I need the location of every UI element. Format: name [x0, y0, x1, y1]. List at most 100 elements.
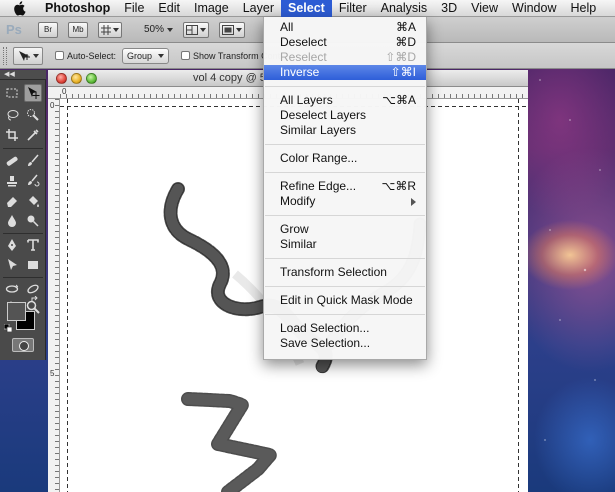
type-tool[interactable] — [24, 236, 42, 254]
path-selection-tool[interactable] — [3, 256, 21, 274]
swap-colors-icon[interactable] — [31, 296, 39, 304]
zoom-window-button[interactable] — [86, 73, 97, 84]
auto-select-option[interactable]: Auto-Select: — [55, 51, 116, 61]
3d-rotate-tool[interactable] — [3, 280, 21, 298]
3d-rotate-icon — [5, 284, 19, 293]
menubar: Photoshop File Edit Image Layer Select F… — [0, 0, 615, 17]
chevron-down-icon — [236, 27, 243, 32]
menu-app-photoshop[interactable]: Photoshop — [38, 0, 117, 17]
menu-item-quick-mask[interactable]: Edit in Quick Mask Mode — [264, 293, 426, 308]
menu-item-similar-layers[interactable]: Similar Layers — [264, 123, 426, 138]
eraser-tool[interactable] — [3, 192, 21, 210]
menu-item-all[interactable]: All ⌘A — [264, 20, 426, 35]
ruler-label: 5 — [50, 369, 55, 378]
menu-item-label: Refine Edge... — [280, 179, 357, 193]
menu-edit[interactable]: Edit — [151, 0, 187, 17]
menu-item-shortcut: ⇧⌘I — [390, 65, 416, 79]
options-bar-grip[interactable] — [3, 46, 7, 65]
rectangle-icon — [28, 261, 38, 269]
menu-item-color-range[interactable]: Color Range... — [264, 151, 426, 166]
menu-item-all-layers[interactable]: All Layers ⌥⌘A — [264, 93, 426, 108]
bridge-button[interactable]: Br — [38, 21, 58, 38]
menu-3d[interactable]: 3D — [434, 0, 464, 17]
menu-analysis[interactable]: Analysis — [374, 0, 435, 17]
eraser-icon — [7, 197, 17, 207]
brush-tool[interactable] — [24, 152, 42, 170]
history-brush-tool[interactable] — [24, 172, 42, 190]
apple-icon[interactable] — [12, 0, 26, 16]
foreground-color-swatch[interactable] — [7, 302, 26, 321]
screen-mode-button[interactable] — [219, 21, 246, 38]
photoshop-logo: Ps — [6, 21, 22, 37]
select-menu-dropdown: All ⌘A Deselect ⌘D Reselect ⇧⌘D Inverse … — [263, 17, 427, 360]
pen-tool[interactable] — [3, 236, 21, 254]
default-colors-icon[interactable] — [4, 324, 12, 332]
menu-item-deselect-layers[interactable]: Deselect Layers — [264, 108, 426, 123]
marquee-tool[interactable] — [3, 84, 21, 102]
stamp-icon — [7, 176, 17, 187]
auto-select-target-value: Group — [127, 50, 153, 61]
menu-view[interactable]: View — [464, 0, 505, 17]
clone-stamp-tool[interactable] — [3, 172, 21, 190]
menu-item-label: Modify — [280, 194, 316, 208]
menu-item-similar[interactable]: Similar — [264, 237, 426, 252]
close-window-button[interactable] — [56, 73, 67, 84]
menu-item-save-selection[interactable]: Save Selection... — [264, 336, 426, 351]
menu-item-grow[interactable]: Grow — [264, 222, 426, 237]
menu-filter[interactable]: Filter — [332, 0, 374, 17]
menu-item-label: Edit in Quick Mask Mode — [280, 293, 413, 307]
zoom-level-select[interactable]: 50% — [144, 22, 174, 38]
auto-select-target-select[interactable]: Group — [122, 47, 170, 64]
menu-image[interactable]: Image — [187, 0, 236, 17]
crop-tool[interactable] — [3, 126, 21, 144]
eyedropper-tool[interactable] — [24, 126, 42, 144]
move-icon — [28, 87, 40, 99]
menu-item-transform-selection[interactable]: Transform Selection — [264, 265, 426, 280]
quick-mask-mode-button[interactable] — [12, 338, 34, 352]
type-icon — [27, 239, 39, 251]
tool-preset-picker[interactable] — [13, 46, 43, 65]
menu-layer[interactable]: Layer — [236, 0, 281, 17]
view-extras-button[interactable] — [98, 21, 122, 38]
vertical-ruler[interactable]: 0 5 — [48, 99, 60, 492]
menu-help[interactable]: Help — [564, 0, 604, 17]
lasso-tool[interactable] — [3, 106, 21, 124]
collapse-panel-icon[interactable]: ◀◀ — [4, 71, 15, 79]
menu-item-label: Reselect — [280, 50, 327, 64]
move-tool[interactable] — [24, 84, 42, 102]
menu-file[interactable]: File — [117, 0, 151, 17]
menu-select[interactable]: Select — [281, 0, 332, 17]
3d-orbit-icon — [27, 284, 39, 294]
menu-item-label: Color Range... — [280, 151, 358, 165]
menu-item-load-selection[interactable]: Load Selection... — [264, 321, 426, 336]
zoom-level-value: 50% — [144, 24, 165, 35]
menu-item-deselect[interactable]: Deselect ⌘D — [264, 35, 426, 50]
menu-item-shortcut: ⇧⌘D — [385, 50, 416, 64]
mini-bridge-button[interactable]: Mb — [68, 21, 88, 38]
chevron-down-icon — [158, 53, 165, 58]
menu-item-refine-edge[interactable]: Refine Edge... ⌥⌘R — [264, 179, 426, 194]
minimize-window-button[interactable] — [71, 73, 82, 84]
show-transform-checkbox[interactable] — [181, 51, 191, 60]
rect-marquee-icon — [6, 88, 18, 98]
rectangle-tool[interactable] — [24, 256, 42, 274]
spot-healing-tool[interactable] — [3, 152, 21, 170]
auto-select-checkbox[interactable] — [55, 51, 64, 60]
arrange-documents-button[interactable] — [183, 21, 210, 38]
menu-item-label: Similar Layers — [280, 123, 357, 137]
menu-separator — [265, 86, 425, 87]
menu-separator — [265, 215, 425, 216]
dodge-tool[interactable] — [24, 212, 42, 230]
menu-separator — [265, 144, 425, 145]
menu-item-modify[interactable]: Modify — [264, 194, 426, 209]
blur-tool[interactable] — [3, 212, 21, 230]
tools-panel — [0, 80, 46, 360]
menu-item-inverse[interactable]: Inverse ⇧⌘I — [264, 65, 426, 80]
paint-bucket-tool[interactable] — [24, 192, 42, 210]
menu-item-label: Grow — [280, 222, 309, 236]
eyedropper-icon — [27, 129, 39, 141]
screen-mode-icon — [222, 24, 235, 35]
quick-selection-tool[interactable] — [24, 106, 42, 124]
menu-window[interactable]: Window — [505, 0, 563, 17]
tools-panel-header[interactable]: ◀◀ — [0, 70, 46, 80]
